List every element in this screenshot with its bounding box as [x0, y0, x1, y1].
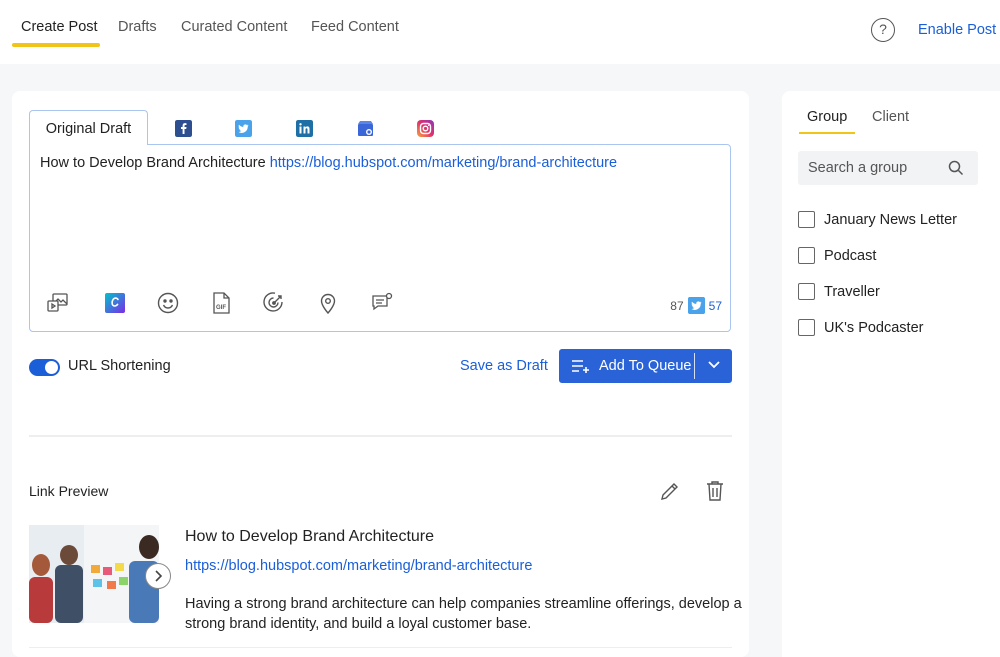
target-icon[interactable] [262, 291, 286, 315]
sidebar-tab-indicator [799, 132, 855, 134]
svg-text:GIF: GIF [216, 305, 226, 311]
group-item[interactable]: Podcast [798, 247, 876, 264]
group-item[interactable]: UK's Podcaster [798, 319, 923, 336]
google-business-icon[interactable] [357, 120, 374, 137]
tab-create-post[interactable]: Create Post [21, 19, 98, 35]
link-preview-headline: How to Develop Brand Architecture [185, 528, 435, 545]
twitter-char-count: 57 [708, 298, 722, 313]
group-label: UK's Podcaster [824, 319, 924, 336]
media-icon[interactable] [46, 291, 70, 315]
queue-add-icon [572, 360, 589, 373]
location-icon[interactable] [316, 291, 340, 315]
emoji-icon[interactable] [156, 291, 180, 315]
char-count: 87 [670, 298, 684, 313]
group-checkbox[interactable] [798, 211, 815, 228]
help-icon[interactable]: ? [871, 18, 895, 42]
comment-icon[interactable] [370, 291, 394, 315]
tab-drafts[interactable]: Drafts [118, 19, 157, 35]
linkedin-icon[interactable] [296, 120, 313, 137]
search-icon[interactable] [948, 160, 964, 176]
group-checkbox[interactable] [798, 247, 815, 264]
add-to-queue-button[interactable]: Add To Queue [559, 349, 732, 383]
twitter-icon[interactable] [235, 120, 252, 137]
post-editor[interactable]: How to Develop Brand Architecture https:… [29, 144, 731, 332]
section-divider [29, 435, 732, 437]
link-preview-thumbnail [29, 525, 159, 623]
post-url-link[interactable]: https://blog.hubspot.com/marketing/brand… [270, 155, 617, 171]
trash-icon[interactable] [704, 479, 726, 503]
bottom-divider [29, 647, 732, 648]
link-preview-url[interactable]: https://blog.hubspot.com/marketing/brand… [185, 558, 532, 574]
group-label: January News Letter [824, 211, 957, 228]
pencil-icon[interactable] [658, 479, 682, 503]
twitter-count-icon [687, 297, 705, 314]
group-sidebar: Group Client January News Letter Podcast… [782, 91, 1000, 657]
add-to-queue-label: Add To Queue [599, 358, 692, 374]
group-item[interactable]: Traveller [798, 283, 880, 300]
tab-original-draft[interactable]: Original Draft [29, 110, 148, 145]
preview-image [29, 525, 159, 623]
gif-icon[interactable]: GIF [209, 291, 233, 315]
facebook-icon[interactable] [175, 120, 192, 137]
next-image-button[interactable] [145, 563, 171, 589]
active-tab-indicator [12, 43, 100, 47]
tab-feed-content[interactable]: Feed Content [311, 19, 399, 35]
save-as-draft-button[interactable]: Save as Draft [460, 358, 548, 374]
group-item[interactable]: January News Letter [798, 211, 957, 228]
tab-group[interactable]: Group [807, 109, 847, 125]
post-title-text: How to Develop Brand Architecture [40, 155, 266, 171]
character-counter: 87 57 [670, 297, 722, 314]
group-label: Traveller [824, 283, 880, 300]
canva-icon[interactable] [103, 291, 127, 315]
url-shortening-label: URL Shortening [68, 358, 171, 374]
tab-curated-content[interactable]: Curated Content [181, 19, 287, 35]
group-checkbox[interactable] [798, 319, 815, 336]
link-preview-description: Having a strong brand architecture can h… [185, 596, 742, 632]
instagram-icon[interactable] [417, 120, 434, 137]
url-shortening-toggle[interactable] [29, 359, 60, 376]
chevron-right-icon [155, 570, 163, 582]
enable-post-link[interactable]: Enable Post F [918, 22, 1000, 38]
button-separator [694, 353, 695, 379]
chevron-down-icon[interactable] [707, 360, 721, 370]
top-nav: Create Post Drafts Curated Content Feed … [0, 0, 1000, 64]
link-preview-title: Link Preview [29, 483, 109, 499]
post-text[interactable]: How to Develop Brand Architecture https:… [40, 155, 617, 171]
group-label: Podcast [824, 247, 877, 264]
tab-client[interactable]: Client [872, 109, 909, 125]
group-checkbox[interactable] [798, 283, 815, 300]
composer-card: Original Draft How to Develop Brand Arch… [12, 91, 749, 657]
